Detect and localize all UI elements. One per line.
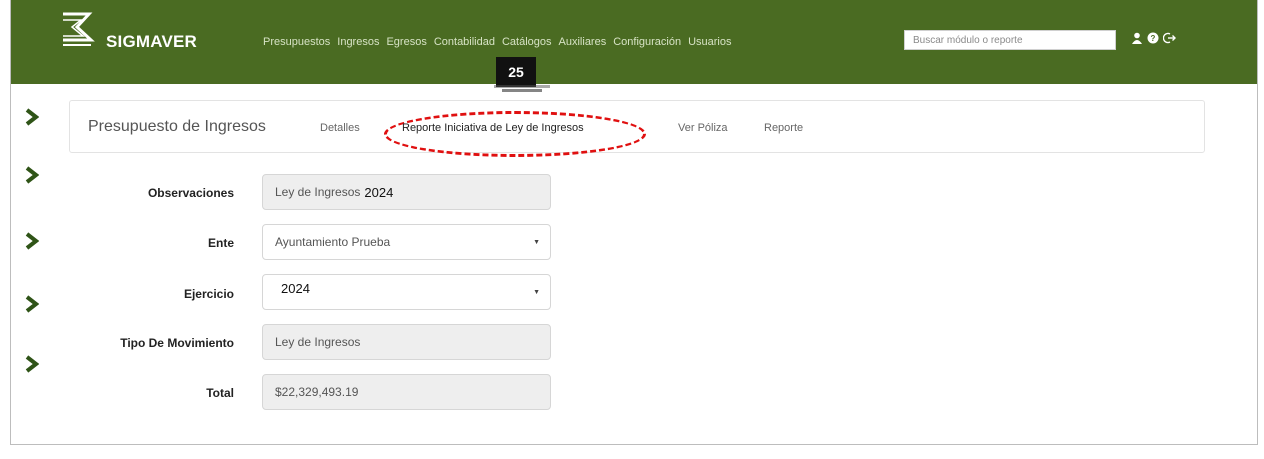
menu-item-egresos[interactable]: Egresos [386, 36, 426, 48]
sidebar-toggle-icon[interactable] [25, 232, 39, 250]
chevron-down-icon: ▼ [533, 239, 540, 246]
tipo-movimiento-field[interactable]: Ley de Ingresos [262, 324, 551, 360]
tab-detalles[interactable]: Detalles [320, 122, 360, 134]
help-icon[interactable]: ? [1147, 32, 1159, 44]
ejercicio-value: 2024 [281, 281, 310, 296]
user-icon[interactable] [1131, 32, 1143, 44]
app-window: SIGMAVER Presupuestos Ingresos Egresos C… [10, 0, 1258, 445]
brand-name[interactable]: SIGMAVER [106, 32, 197, 52]
search-input[interactable] [904, 30, 1116, 50]
step-number-badge: 25 [496, 57, 536, 87]
observaciones-field[interactable]: Ley de Ingresos 2024 [262, 174, 551, 210]
top-navbar: SIGMAVER Presupuestos Ingresos Egresos C… [11, 0, 1257, 87]
nav-icons: ? [1131, 32, 1176, 44]
ejercicio-select[interactable]: 2024 ▼ [262, 274, 551, 310]
ente-label: Ente [207, 236, 234, 250]
tab-reporte-iniciativa[interactable]: Reporte Iniciativa de Ley de Ingresos [402, 122, 584, 134]
logo-icon [63, 12, 95, 46]
sidebar-toggle-icon[interactable] [25, 355, 39, 373]
menu-item-configuracion[interactable]: Configuración [613, 36, 681, 48]
observaciones-year: 2024 [364, 184, 394, 200]
chevron-down-icon: ▼ [533, 289, 540, 296]
ente-value: Ayuntamiento Prueba [275, 235, 391, 249]
menu-item-usuarios[interactable]: Usuarios [688, 36, 731, 48]
tooltip-residue [494, 85, 554, 95]
sidebar-toggle-icon[interactable] [25, 166, 39, 184]
menu-item-auxiliares[interactable]: Auxiliares [559, 36, 607, 48]
menu-item-contabilidad[interactable]: Contabilidad [434, 36, 495, 48]
observaciones-value: Ley de Ingresos [275, 185, 361, 199]
tipo-movimiento-label: Tipo De Movimiento [120, 336, 234, 350]
observaciones-label: Observaciones [147, 186, 234, 200]
menu-item-presupuestos[interactable]: Presupuestos [263, 36, 330, 48]
menu-item-ingresos[interactable]: Ingresos [337, 36, 379, 48]
menu-item-catalogos[interactable]: Catálogos [502, 36, 552, 48]
subnav-bar: Presupuesto de Ingresos Detalles Reporte… [69, 100, 1205, 157]
main-menu: Presupuestos Ingresos Egresos Contabilid… [263, 36, 732, 48]
sidebar-toggle-icon[interactable] [25, 295, 39, 313]
tab-ver-poliza[interactable]: Ver Póliza [678, 122, 728, 134]
total-label: Total [206, 386, 234, 400]
sidebar-toggle-icon[interactable] [25, 108, 39, 126]
total-value: $22,329,493.19 [275, 385, 359, 399]
logout-icon[interactable] [1163, 32, 1176, 44]
ente-select[interactable]: Ayuntamiento Prueba ▼ [262, 224, 551, 260]
ejercicio-label: Ejercicio [183, 287, 234, 301]
total-field[interactable]: $22,329,493.19 [262, 374, 551, 410]
svg-text:?: ? [1151, 34, 1156, 43]
highlight-annotation [384, 111, 646, 157]
tipo-movimiento-value: Ley de Ingresos [275, 335, 361, 349]
tab-reporte[interactable]: Reporte [764, 122, 803, 134]
page-title: Presupuesto de Ingresos [88, 118, 266, 135]
